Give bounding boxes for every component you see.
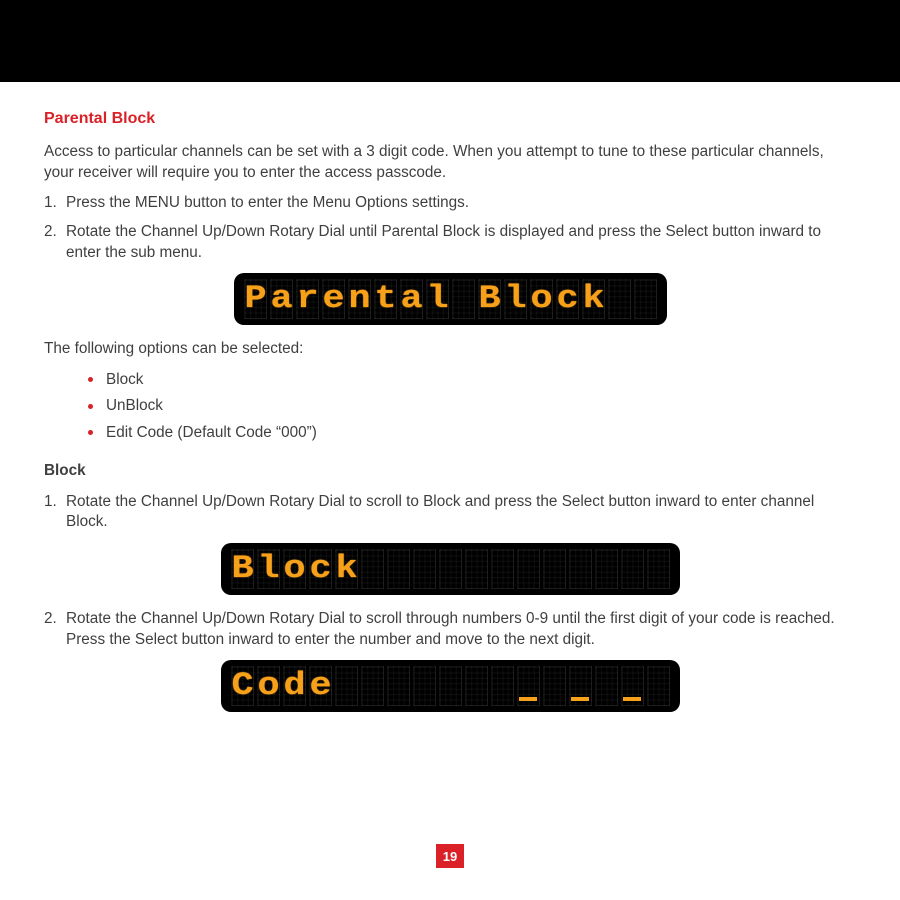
header-bar bbox=[0, 0, 900, 82]
led-cell bbox=[413, 549, 436, 589]
led-cell bbox=[465, 549, 488, 589]
led-cell bbox=[621, 666, 644, 706]
led-cell: o bbox=[283, 549, 306, 589]
subhead-block: Block bbox=[44, 462, 856, 480]
page-title: Parental Block bbox=[44, 110, 856, 128]
led-cell: l bbox=[257, 549, 280, 589]
led-cell: B bbox=[478, 279, 501, 319]
led-cell: k bbox=[582, 279, 605, 319]
bullet-item: Block bbox=[88, 370, 856, 391]
led-cell: k bbox=[335, 549, 358, 589]
step-item: Rotate the Channel Up/Down Rotary Dial t… bbox=[44, 609, 856, 650]
led-cell bbox=[595, 666, 618, 706]
led-cell: a bbox=[400, 279, 423, 319]
led-cell bbox=[517, 666, 540, 706]
led-cell: l bbox=[504, 279, 527, 319]
led-cell bbox=[595, 549, 618, 589]
led-cell: e bbox=[309, 666, 332, 706]
led-cell bbox=[335, 666, 358, 706]
led-cell bbox=[387, 549, 410, 589]
led-cell: d bbox=[283, 666, 306, 706]
led-display-block: Block bbox=[44, 543, 856, 595]
led-cell bbox=[634, 279, 657, 319]
step-item: Rotate the Channel Up/Down Rotary Dial u… bbox=[44, 222, 856, 263]
led-cell: C bbox=[231, 666, 254, 706]
led-cell bbox=[543, 549, 566, 589]
led-cell: l bbox=[426, 279, 449, 319]
led-display-parental-block: ParentalBlock bbox=[44, 273, 856, 325]
led-cell: t bbox=[374, 279, 397, 319]
page-content: Parental Block Access to particular chan… bbox=[0, 82, 900, 824]
steps-block-list-2: Rotate the Channel Up/Down Rotary Dial t… bbox=[44, 609, 856, 650]
led-cell bbox=[491, 549, 514, 589]
led-cell: e bbox=[322, 279, 345, 319]
steps-intro-list: Press the MENU button to enter the Menu … bbox=[44, 193, 856, 263]
options-bullets: Block UnBlock Edit Code (Default Code “0… bbox=[44, 370, 856, 444]
led-cell: o bbox=[530, 279, 553, 319]
led-cell bbox=[413, 666, 436, 706]
led-cell bbox=[569, 549, 592, 589]
led-cell bbox=[439, 666, 462, 706]
bullet-item: Edit Code (Default Code “000”) bbox=[88, 423, 856, 444]
page-number: 19 bbox=[436, 844, 464, 868]
led-cell bbox=[569, 666, 592, 706]
led-cell: a bbox=[270, 279, 293, 319]
step-item: Press the MENU button to enter the Menu … bbox=[44, 193, 856, 214]
led-cell: r bbox=[296, 279, 319, 319]
intro-paragraph: Access to particular channels can be set… bbox=[44, 142, 856, 183]
led-cell bbox=[387, 666, 410, 706]
led-cell bbox=[491, 666, 514, 706]
led-cell bbox=[439, 549, 462, 589]
led-cell: B bbox=[231, 549, 254, 589]
step-item: Rotate the Channel Up/Down Rotary Dial t… bbox=[44, 492, 856, 533]
led-cell bbox=[647, 666, 670, 706]
led-cell: n bbox=[348, 279, 371, 319]
led-display-code: Code bbox=[44, 660, 856, 712]
bullet-item: UnBlock bbox=[88, 396, 856, 417]
led-cell bbox=[465, 666, 488, 706]
led-cell bbox=[452, 279, 475, 319]
led-cell bbox=[361, 666, 384, 706]
led-cell bbox=[361, 549, 384, 589]
led-cell bbox=[647, 549, 670, 589]
led-cell: P bbox=[244, 279, 267, 319]
steps-block-list: Rotate the Channel Up/Down Rotary Dial t… bbox=[44, 492, 856, 533]
led-cell: c bbox=[309, 549, 332, 589]
led-cell bbox=[543, 666, 566, 706]
page-footer: 19 bbox=[0, 824, 900, 900]
led-cell: c bbox=[556, 279, 579, 319]
options-intro: The following options can be selected: bbox=[44, 339, 856, 360]
led-cell bbox=[517, 549, 540, 589]
led-cell bbox=[621, 549, 644, 589]
led-cell bbox=[608, 279, 631, 319]
led-cell: o bbox=[257, 666, 280, 706]
